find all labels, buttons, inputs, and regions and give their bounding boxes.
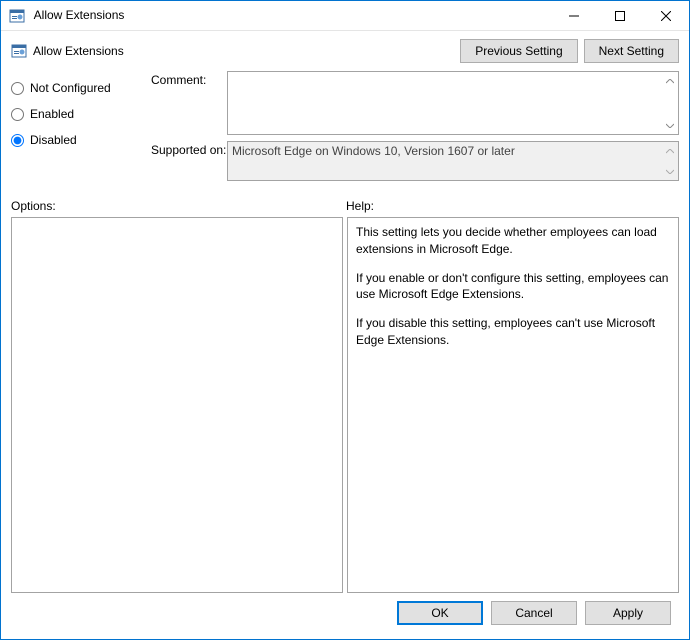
window-title: Allow Extensions	[9, 8, 551, 24]
radio-enabled[interactable]: Enabled	[11, 101, 141, 127]
maximize-button[interactable]	[597, 1, 643, 31]
dialog-body: Not Configured Enabled Disabled Comment:	[1, 71, 689, 639]
subheader: Allow Extensions Previous Setting Next S…	[1, 31, 689, 71]
radio-label: Not Configured	[30, 81, 111, 95]
supported-on-label: Supported on:	[151, 141, 227, 181]
help-pane: This setting lets you decide whether emp…	[347, 217, 679, 593]
supported-on-textarea: Microsoft Edge on Windows 10, Version 16…	[227, 141, 679, 181]
footer: OK Cancel Apply	[11, 593, 679, 633]
help-paragraph: This setting lets you decide whether emp…	[356, 224, 670, 258]
next-setting-button[interactable]: Next Setting	[584, 39, 679, 63]
policy-icon	[9, 8, 25, 24]
close-button[interactable]	[643, 1, 689, 31]
help-paragraph: If you enable or don't configure this se…	[356, 270, 670, 304]
previous-setting-button[interactable]: Previous Setting	[460, 39, 577, 63]
radio-label: Enabled	[30, 107, 74, 121]
window-frame: Allow Extensions Allow Extensions Previo…	[0, 0, 690, 640]
minimize-button[interactable]	[551, 1, 597, 31]
state-radio-group: Not Configured Enabled Disabled	[11, 71, 141, 187]
scroll-down-icon[interactable]	[661, 164, 678, 178]
cancel-button[interactable]: Cancel	[491, 601, 577, 625]
comment-label: Comment:	[151, 71, 227, 135]
radio-disabled[interactable]: Disabled	[11, 127, 141, 153]
radio-label: Disabled	[30, 133, 77, 147]
titlebar[interactable]: Allow Extensions	[1, 1, 689, 31]
ok-button[interactable]: OK	[397, 601, 483, 625]
radio-not-configured[interactable]: Not Configured	[11, 75, 141, 101]
scroll-up-icon[interactable]	[661, 74, 678, 88]
scrollbar[interactable]	[661, 142, 678, 180]
options-pane	[11, 217, 343, 593]
comment-textarea[interactable]	[227, 71, 679, 135]
help-label: Help:	[346, 199, 374, 213]
help-paragraph: If you disable this setting, employees c…	[356, 315, 670, 349]
apply-button[interactable]: Apply	[585, 601, 671, 625]
scrollbar[interactable]	[661, 72, 678, 134]
scroll-down-icon[interactable]	[661, 118, 678, 132]
policy-icon	[11, 43, 27, 59]
scroll-up-icon[interactable]	[661, 144, 678, 158]
options-label: Options:	[11, 199, 346, 213]
policy-title: Allow Extensions	[11, 43, 454, 59]
